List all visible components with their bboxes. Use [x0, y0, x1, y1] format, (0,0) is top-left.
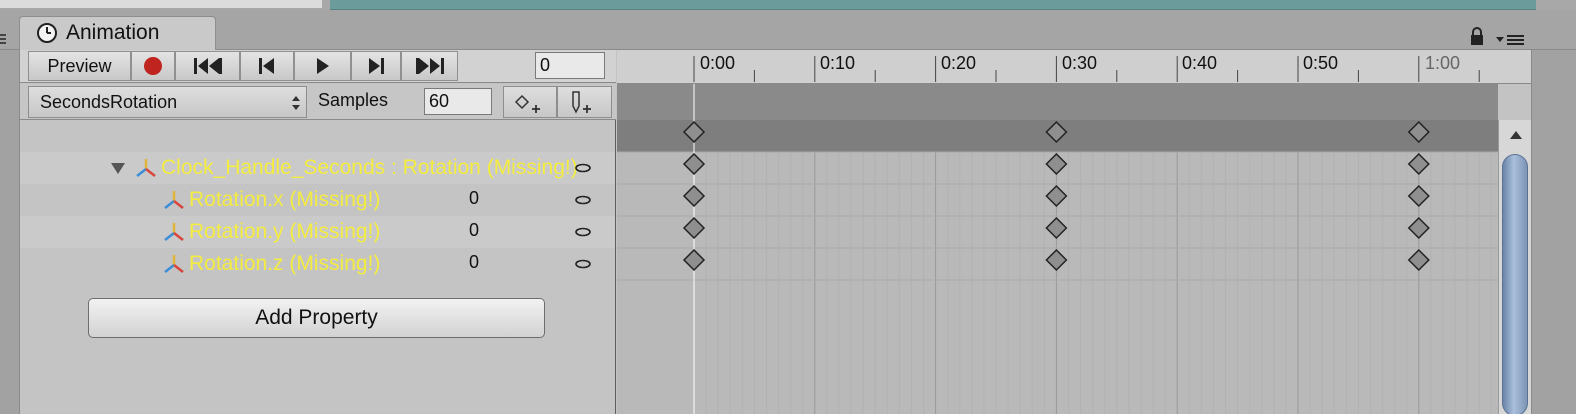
keyframe-diamond[interactable] — [1045, 184, 1068, 208]
keyframe-diamond[interactable] — [1045, 152, 1068, 176]
keyframe-diamond[interactable] — [682, 216, 706, 240]
samples-input[interactable]: 60 — [424, 88, 492, 115]
play-button[interactable] — [294, 51, 351, 81]
transform-icon — [164, 191, 184, 209]
record-icon — [144, 57, 162, 75]
samples-label: Samples — [318, 90, 389, 110]
property-value[interactable]: 0 — [469, 184, 479, 212]
tab-bar — [0, 10, 1576, 50]
step-forward-icon — [369, 58, 384, 74]
lock-icon[interactable] — [1468, 26, 1486, 46]
keyframe-diamond[interactable] — [1407, 248, 1430, 272]
keyframe-layer[interactable] — [617, 84, 1498, 414]
time-ruler[interactable]: 0:00 0:10 0:20 0:30 0:40 0:50 1:00 — [617, 50, 1531, 84]
animation-toolbar: Preview — [20, 50, 616, 83]
frame-input[interactable]: 0 — [535, 52, 605, 79]
select-arrows-icon — [292, 96, 300, 110]
add-property-button[interactable]: Add Property — [88, 298, 545, 338]
panel-drag-icon[interactable] — [0, 32, 8, 46]
record-button[interactable] — [131, 51, 175, 81]
skip-to-start-icon — [193, 58, 222, 74]
keyframe-diamond[interactable] — [1407, 120, 1430, 144]
window-right-edge — [1531, 50, 1576, 414]
last-keyframe-button[interactable] — [401, 51, 458, 81]
clip-select[interactable]: SecondsRotation — [28, 86, 307, 118]
add-keyframe-icon — [514, 94, 540, 113]
keyframe-diamond[interactable] — [1407, 216, 1430, 240]
scrollbar-thumb[interactable] — [1502, 154, 1528, 414]
keyframe-diamond[interactable] — [1045, 120, 1068, 144]
keyframe-diamond[interactable] — [1407, 184, 1430, 208]
next-keyframe-button[interactable] — [351, 51, 401, 81]
property-value[interactable]: 0 — [469, 216, 479, 244]
add-event-button[interactable] — [557, 86, 612, 118]
property-row[interactable]: Rotation.x (Missing!) 0 — [20, 184, 615, 216]
add-keyframe-button[interactable] — [503, 86, 557, 118]
property-group-label: Clock_Handle_Seconds : Rotation (Missing… — [161, 156, 578, 179]
property-row[interactable]: Rotation.y (Missing!) 0 — [20, 216, 615, 248]
clock-icon — [37, 23, 57, 43]
curve-toggle-icon[interactable] — [575, 259, 591, 269]
keyframe-diamond[interactable] — [682, 152, 706, 176]
clip-name: SecondsRotation — [40, 92, 178, 112]
vertical-scrollbar[interactable] — [1498, 120, 1531, 414]
transform-icon — [164, 223, 184, 241]
menu-icon[interactable] — [1496, 33, 1526, 47]
tab-title: Animation — [66, 21, 160, 44]
keyframe-diamond[interactable] — [1045, 248, 1068, 272]
skip-to-end-icon — [415, 58, 444, 74]
keyframe-diamond[interactable] — [1407, 152, 1430, 176]
curve-toggle-icon[interactable] — [575, 195, 591, 205]
transform-icon — [164, 255, 184, 273]
property-group-row[interactable]: Clock_Handle_Seconds : Rotation (Missing… — [20, 152, 615, 184]
add-event-icon — [572, 91, 591, 114]
property-label: Rotation.z (Missing!) — [189, 252, 381, 275]
keyframe-diamond[interactable] — [682, 184, 706, 208]
dopesheet-timeline[interactable]: 0:00 0:10 0:20 0:30 0:40 0:50 1:00 — [617, 50, 1531, 414]
keyframe-diamond[interactable] — [1045, 216, 1068, 240]
property-row[interactable]: Rotation.z (Missing!) 0 — [20, 248, 615, 280]
expand-triangle-icon[interactable] — [110, 161, 126, 175]
transform-icon — [136, 159, 156, 177]
curve-toggle-icon[interactable] — [575, 163, 591, 173]
previous-keyframe-button[interactable] — [240, 51, 294, 81]
property-hierarchy: Clock_Handle_Seconds : Rotation (Missing… — [20, 120, 616, 414]
property-value[interactable]: 0 — [469, 248, 479, 276]
keyframe-diamond[interactable] — [682, 248, 706, 272]
play-icon — [316, 58, 329, 74]
property-label: Rotation.x (Missing!) — [189, 188, 381, 211]
preview-button[interactable]: Preview — [28, 51, 131, 81]
step-back-icon — [259, 58, 274, 74]
ruler-ticks — [693, 56, 1480, 82]
curve-toggle-icon[interactable] — [575, 227, 591, 237]
keyframe-diamond[interactable] — [682, 120, 706, 144]
scroll-up-icon[interactable] — [1509, 130, 1523, 140]
first-keyframe-button[interactable] — [175, 51, 240, 81]
property-label: Rotation.y (Missing!) — [189, 220, 381, 243]
